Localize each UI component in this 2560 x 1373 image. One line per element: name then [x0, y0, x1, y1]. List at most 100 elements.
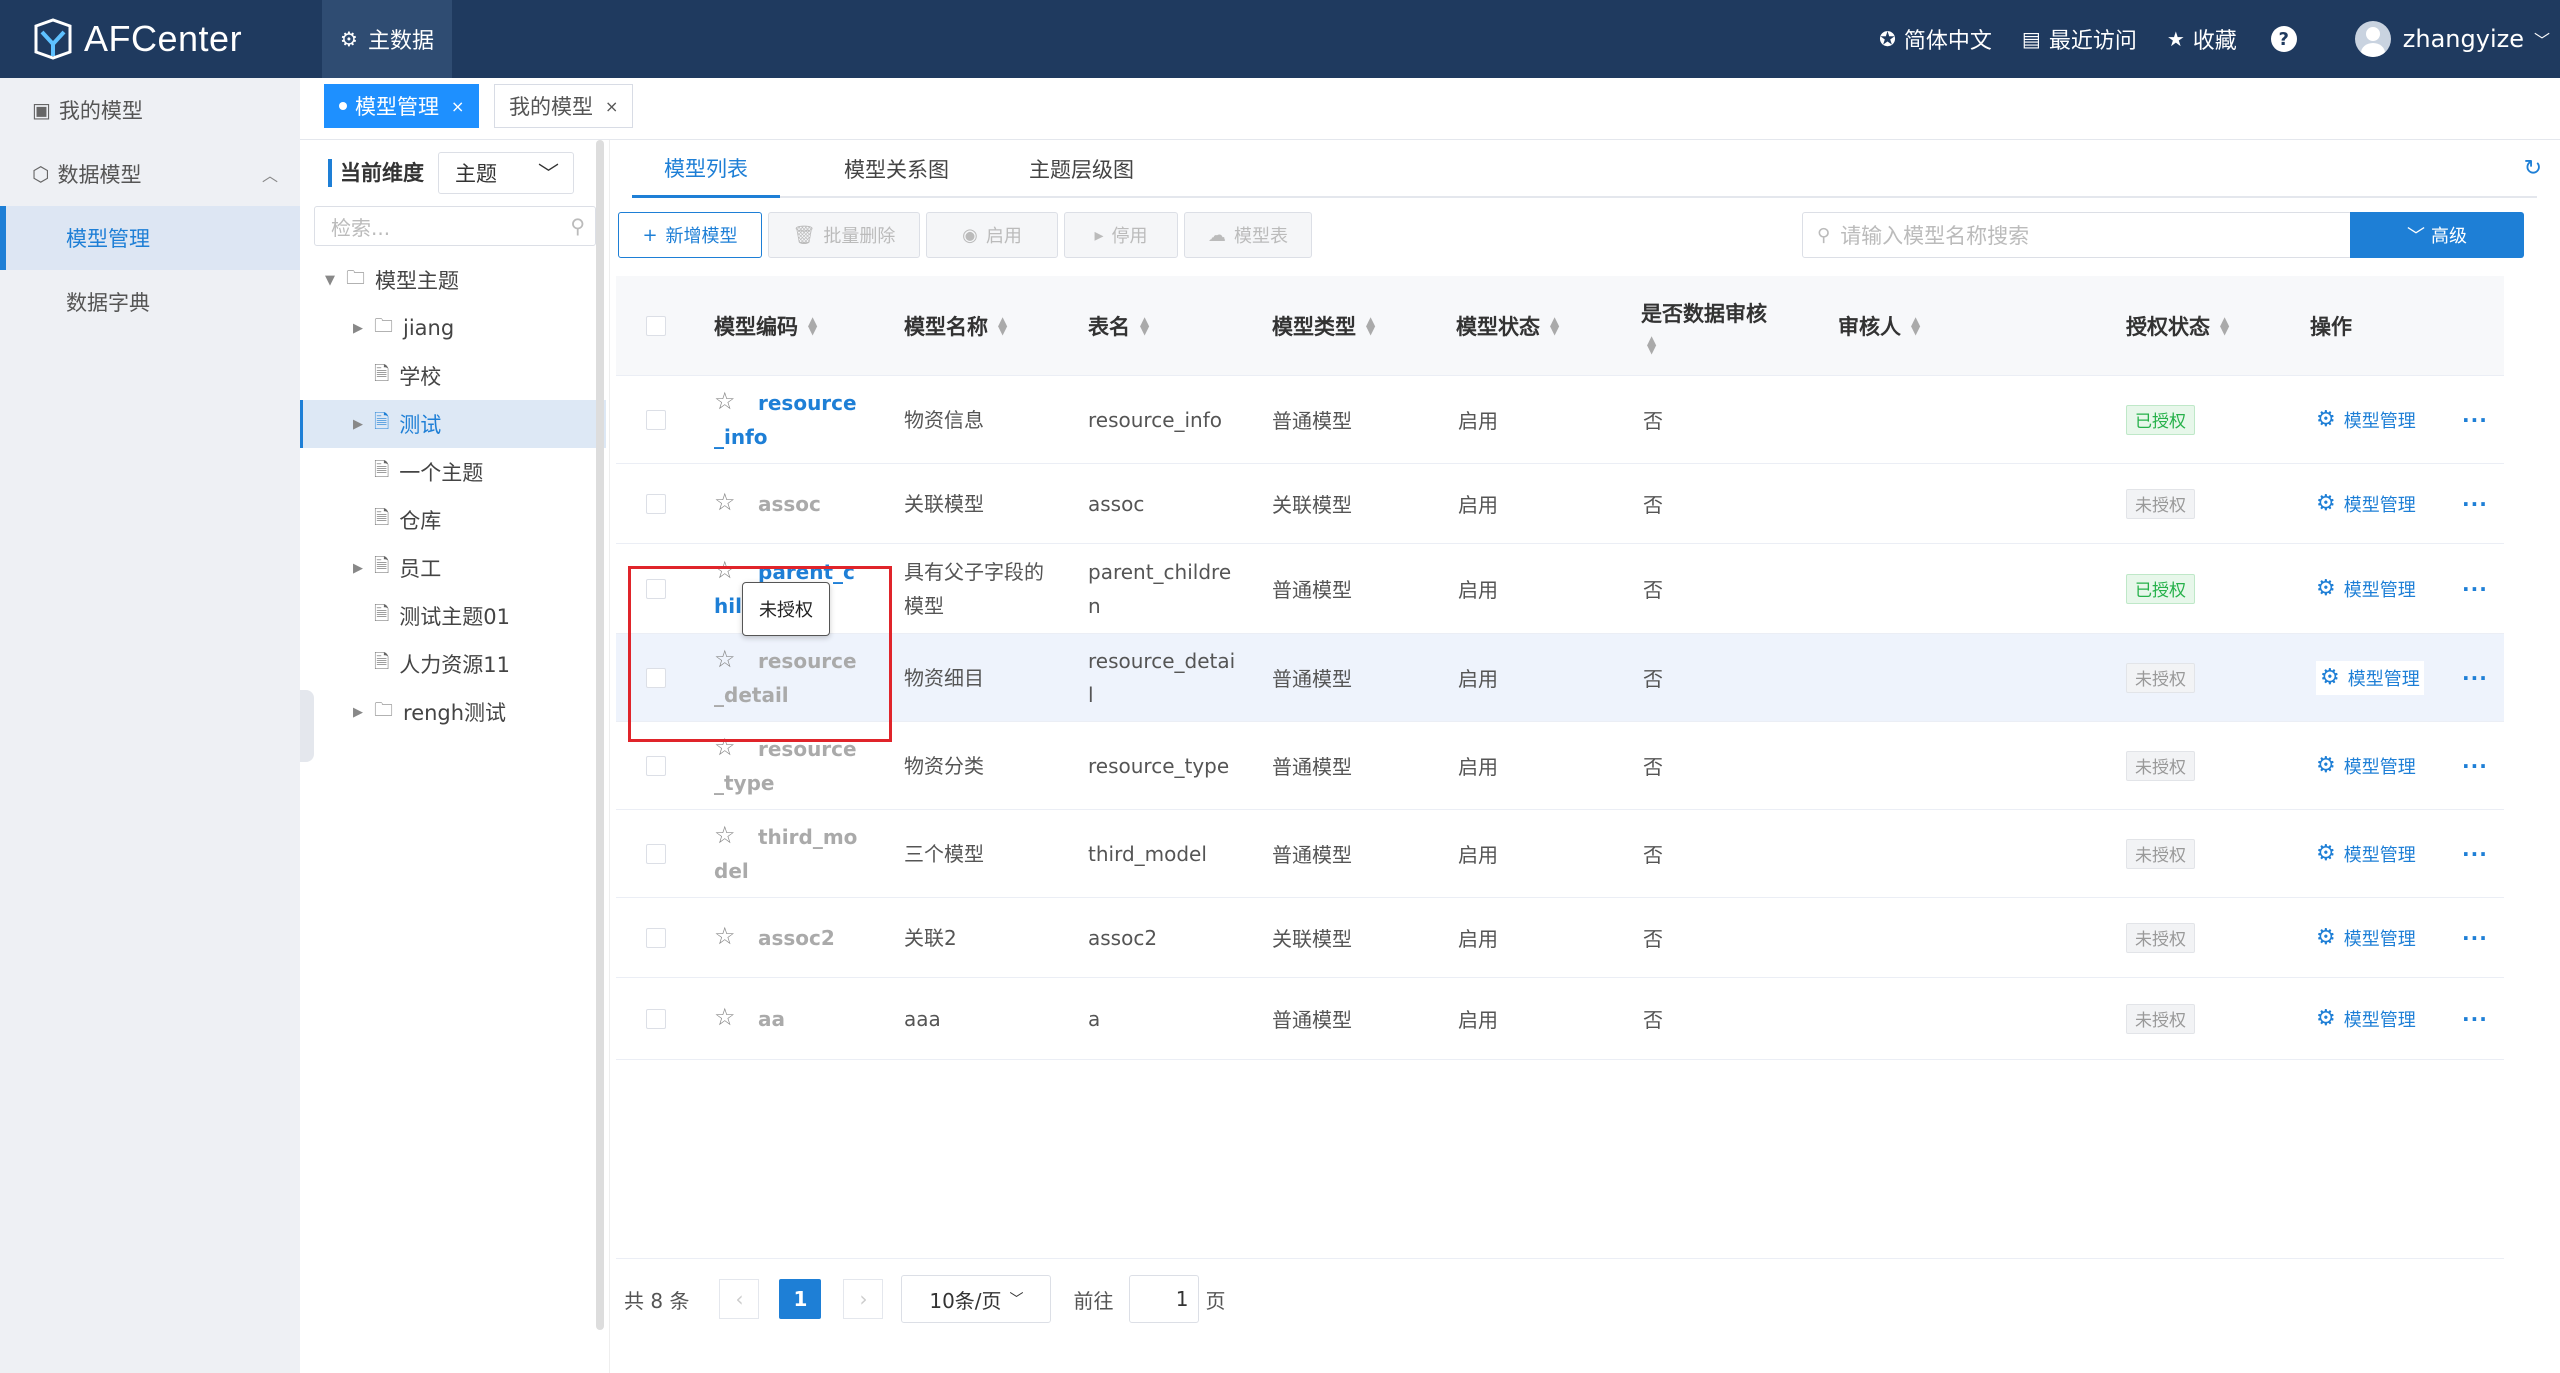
model-manage-link[interactable]: ⚙ 模型管理 [2316, 841, 2416, 867]
more-icon[interactable]: ··· [2462, 926, 2488, 950]
more-icon[interactable]: ··· [2462, 577, 2488, 601]
page-size-select[interactable]: 10条/页 ﹀ [901, 1275, 1052, 1323]
table-row[interactable]: ☆parent_children具有父子字段的模型parent_children… [616, 544, 2504, 634]
batch-delete-button[interactable]: 🗑 批量删除 [768, 212, 920, 258]
model-code[interactable]: third_model [714, 820, 864, 888]
model-manage-link[interactable]: ⚙ 模型管理 [2316, 1006, 2416, 1032]
table-row[interactable]: ☆ assoc 关联模型 assoc 关联模型 启用否未授权 ⚙ 模型管理 ··· [616, 464, 2504, 544]
row-checkbox[interactable] [646, 843, 666, 864]
model-code-cell[interactable]: ☆ aa [714, 1002, 914, 1036]
sort-icon[interactable]: ▲ ▼ [2220, 315, 2229, 336]
refresh-icon[interactable]: ↻ [2524, 156, 2542, 181]
dimension-select[interactable]: 主题 ﹀ [438, 152, 574, 194]
sidebar-collapse-handle[interactable] [300, 690, 314, 762]
sort-icon[interactable]: ▲ ▼ [1550, 315, 1559, 336]
column-header-type[interactable]: 模型类型 ▲ ▼ [1272, 276, 1375, 376]
tree-node[interactable]: ▼ 🗀 模型主题 [300, 256, 606, 304]
table-row[interactable]: ☆ assoc2 关联2 assoc2 关联模型 启用 否 未授权 ⚙ 模型管理 ··· [616, 898, 2504, 978]
help-icon[interactable]: ? [2270, 26, 2297, 52]
column-header-audit[interactable]: 是否数据审核 ▲ ▼ [1641, 276, 1767, 376]
tree-node[interactable]: ▶ 🗀 jiang [300, 304, 606, 352]
sidebar-item-my-models[interactable]: ▣ 我的模型 [0, 78, 300, 142]
tree-search-input[interactable]: 检索... ⚲ [314, 206, 596, 246]
more-icon[interactable]: ··· [2462, 492, 2488, 516]
language-switch[interactable]: ✪ 简体中文 [1879, 23, 1992, 55]
tree-node[interactable]: ▶ 🗀 rengh测试 [300, 688, 606, 736]
enable-button[interactable]: ◉ 启用 [926, 212, 1058, 258]
row-checkbox[interactable] [646, 493, 666, 514]
star-icon[interactable]: ☆ [714, 386, 736, 416]
favorites[interactable]: ★ 收藏 [2167, 23, 2237, 55]
close-icon[interactable]: × [605, 97, 618, 116]
page-tab-model-management[interactable]: 模型管理 × [324, 84, 480, 128]
tree-node[interactable]: 🗎 测试主题01 [300, 592, 606, 640]
tab-model-relation[interactable]: 模型关系图 [844, 140, 949, 198]
column-header-auditor[interactable]: 审核人 ▲ ▼ [1838, 276, 1920, 376]
sidebar-subitem-data-dictionary[interactable]: 数据字典 [0, 270, 300, 334]
model-manage-link[interactable]: ⚙ 模型管理 [2316, 753, 2416, 779]
prev-page-button[interactable]: ‹ [719, 1279, 760, 1319]
model-manage-link[interactable]: ⚙ 模型管理 [2316, 925, 2416, 951]
advanced-search-button[interactable]: ﹀ 高级 [2350, 212, 2524, 258]
row-checkbox[interactable] [646, 1008, 666, 1029]
sort-icon[interactable]: ▲ ▼ [1647, 334, 1656, 355]
disable-button[interactable]: ▸ 停用 [1064, 212, 1178, 258]
tree-node[interactable]: 🗎 仓库 [300, 496, 606, 544]
star-icon[interactable]: ☆ [714, 921, 736, 951]
page-number-current[interactable]: 1 [779, 1279, 822, 1319]
model-manage-link[interactable]: ⚙ 模型管理 [2316, 407, 2416, 433]
model-manage-link[interactable]: ⚙ 模型管理 [2316, 576, 2416, 602]
row-checkbox[interactable] [646, 409, 666, 430]
chevron-down-icon[interactable]: ﹀ [2534, 27, 2550, 51]
star-icon[interactable]: ☆ [714, 487, 736, 517]
select-all-checkbox[interactable] [646, 316, 666, 336]
sort-icon[interactable]: ▲ ▼ [1911, 315, 1920, 336]
row-checkbox[interactable] [646, 755, 666, 776]
table-row[interactable]: ☆ resource_type 物资分类 resource_type 普通模型 启用否未授… [616, 722, 2504, 810]
model-code-cell[interactable]: ☆ resource_info [714, 386, 864, 454]
goto-page-input[interactable]: 1 [1129, 1275, 1200, 1323]
table-row[interactable]: ☆ resource_info 物资信息 resource_info 普通模型 启用否已授… [616, 376, 2504, 464]
caret-down-icon[interactable]: ▼ [320, 273, 340, 288]
more-icon[interactable]: ··· [2462, 1007, 2488, 1031]
next-page-button[interactable]: › [843, 1279, 884, 1319]
model-search-input[interactable]: ⚲ 请输入模型名称搜索 [1802, 212, 2352, 258]
row-checkbox[interactable] [646, 927, 666, 948]
column-header-code[interactable]: 模型编码 ▲ ▼ [714, 276, 817, 376]
sort-icon[interactable]: ▲ ▼ [1140, 315, 1149, 336]
top-tab-master-data[interactable]: ⚙ 主数据 [322, 0, 452, 78]
model-code-cell[interactable]: ☆ third_model [714, 820, 864, 888]
tree-node-selected[interactable]: ▶ 🗎 测试 [300, 400, 606, 448]
recent-visits[interactable]: ▤ 最近访问 [2022, 23, 2137, 55]
page-tab-my-models[interactable]: 我的模型 × [494, 84, 634, 128]
model-code-cell[interactable]: ☆ assoc [714, 487, 914, 521]
sort-icon[interactable]: ▲ ▼ [808, 315, 817, 336]
tree-node[interactable]: ▶ 🗎 员工 [300, 544, 606, 592]
table-row[interactable]: ☆ third_model 三个模型 third_model 普通模型 启用否未授权 ⚙ 模型… [616, 810, 2504, 898]
more-icon[interactable]: ··· [2462, 666, 2488, 690]
caret-right-icon[interactable]: ▶ [348, 321, 368, 336]
column-header-name[interactable]: 模型名称 ▲ ▼ [904, 276, 1007, 376]
column-header-auth[interactable]: 授权状态 ▲ ▼ [2126, 276, 2229, 376]
tree-node[interactable]: 🗎 人力资源11 [300, 640, 606, 688]
tree-node[interactable]: 🗎 一个主题 [300, 448, 606, 496]
tab-model-list[interactable]: 模型列表 [632, 140, 780, 198]
username[interactable]: zhangyize [2403, 25, 2524, 53]
sidebar-subitem-model-management[interactable]: 模型管理 [0, 206, 300, 270]
star-icon[interactable]: ☆ [714, 820, 736, 850]
sort-icon[interactable]: ▲ ▼ [998, 315, 1007, 336]
tree-scrollbar[interactable] [596, 140, 604, 1330]
more-icon[interactable]: ··· [2462, 842, 2488, 866]
tree-node[interactable]: 🗎 学校 [300, 352, 606, 400]
close-icon[interactable]: × [451, 97, 464, 116]
model-code[interactable]: resource_info [714, 386, 864, 454]
model-manage-link[interactable]: ⚙ 模型管理 [2316, 491, 2416, 517]
column-header-table-name[interactable]: 表名 ▲ ▼ [1088, 276, 1149, 376]
model-code-cell[interactable]: ☆ assoc2 [714, 921, 914, 955]
add-model-button[interactable]: + 新增模型 [618, 212, 762, 258]
model-manage-link[interactable]: ⚙ 模型管理 [2316, 660, 2424, 695]
more-icon[interactable]: ··· [2462, 754, 2488, 778]
sidebar-item-data-model[interactable]: ⬡ 数据模型 ︿ [0, 142, 300, 206]
table-row[interactable]: ☆ resource_detail 物资细目 resource_detail 普通模型启… [616, 634, 2504, 722]
column-header-status[interactable]: 模型状态 ▲ ▼ [1456, 276, 1559, 376]
